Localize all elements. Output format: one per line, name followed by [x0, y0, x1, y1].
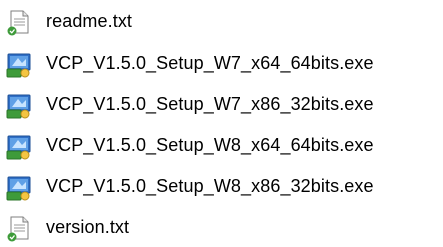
file-name: version.txt	[46, 217, 130, 237]
installer-icon	[5, 51, 33, 79]
file-item-readme[interactable]: readme.txt	[0, 5, 443, 39]
file-name: VCP_V1.5.0_Setup_W7_x86_32bits.exe	[46, 94, 374, 114]
file-name: VCP_V1.5.0_Setup_W8_x86_32bits.exe	[46, 176, 374, 196]
installer-icon	[5, 133, 33, 161]
text-document-icon	[5, 215, 33, 243]
file-name: VCP_V1.5.0_Setup_W7_x64_64bits.exe	[46, 53, 374, 73]
file-item-setup-w8-x86[interactable]: VCP_V1.5.0_Setup_W8_x86_32bits.exe	[0, 170, 443, 204]
file-item-setup-w7-x86[interactable]: VCP_V1.5.0_Setup_W7_x86_32bits.exe	[0, 88, 443, 122]
file-name: readme.txt	[46, 11, 133, 31]
file-list: readme.txt VCP_V1.5.0_Setup_W7_x64_64bit…	[0, 0, 443, 247]
installer-icon	[5, 92, 33, 120]
file-item-setup-w8-x64[interactable]: VCP_V1.5.0_Setup_W8_x64_64bits.exe	[0, 129, 443, 163]
installer-icon	[5, 174, 33, 202]
file-item-version[interactable]: version.txt	[0, 211, 443, 245]
file-item-setup-w7-x64[interactable]: VCP_V1.5.0_Setup_W7_x64_64bits.exe	[0, 47, 443, 81]
file-name: VCP_V1.5.0_Setup_W8_x64_64bits.exe	[46, 135, 374, 155]
text-document-icon	[5, 9, 33, 37]
